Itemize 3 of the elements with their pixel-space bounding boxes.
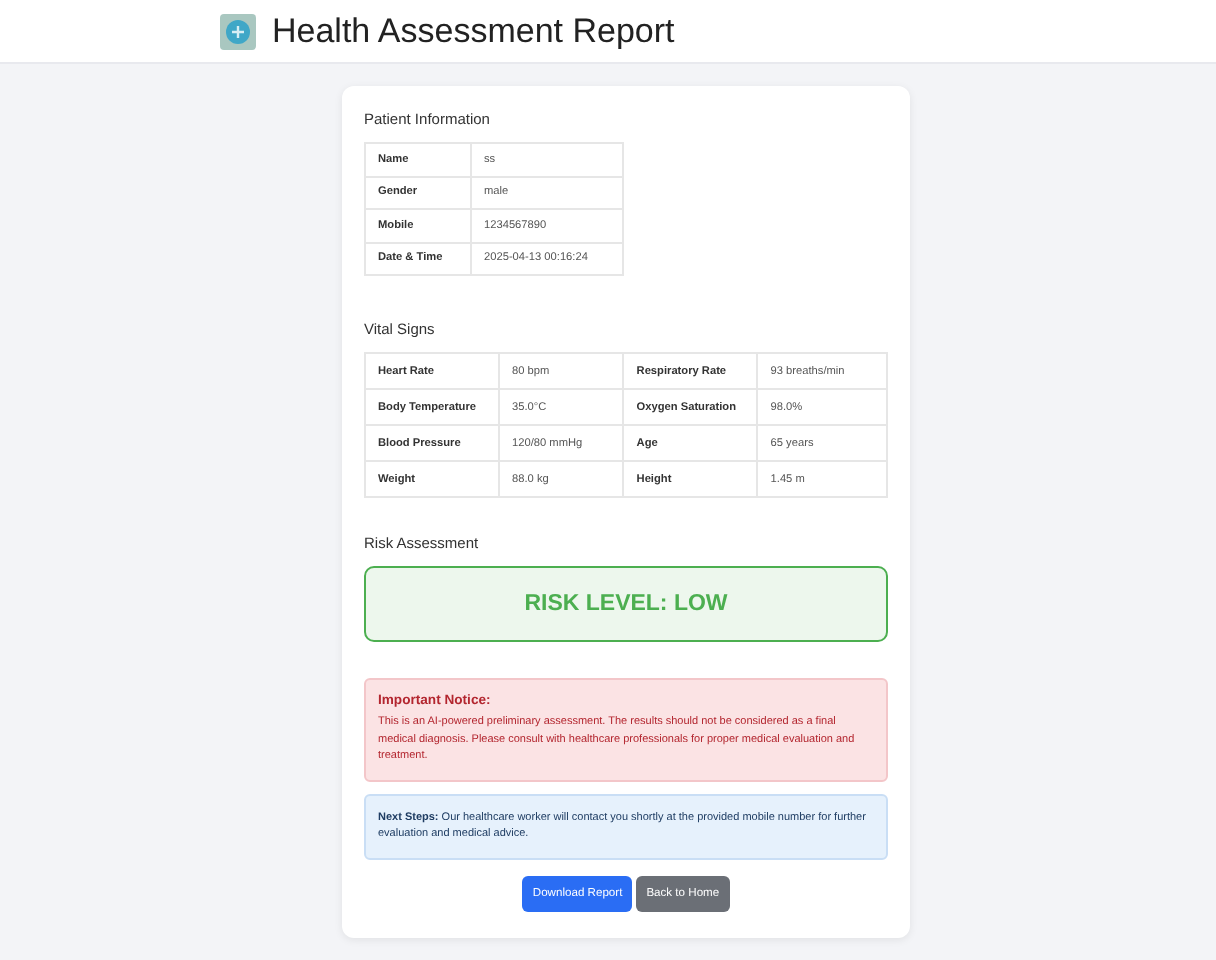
risk-level-banner: RISK LEVEL: LOW: [364, 566, 888, 642]
page-title: Health Assessment Report: [272, 11, 675, 51]
logo-icon: [220, 13, 256, 49]
